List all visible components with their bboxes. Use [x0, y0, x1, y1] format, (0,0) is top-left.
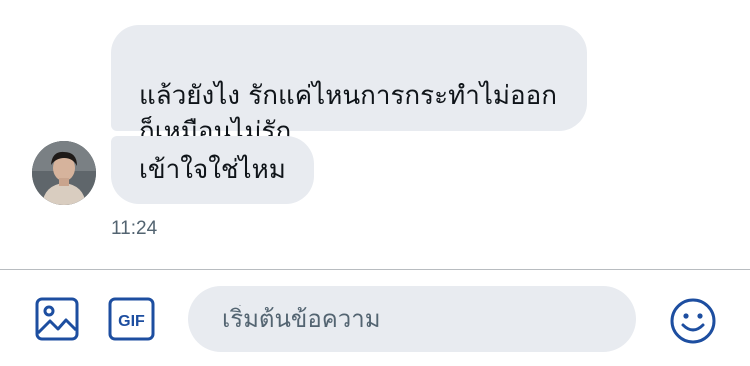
message-input[interactable]	[222, 305, 602, 333]
emoji-smile-icon	[670, 298, 716, 344]
emoji-button[interactable]	[668, 296, 718, 346]
gif-label: GIF	[118, 313, 145, 330]
gif-icon: GIF	[108, 297, 155, 341]
image-icon	[35, 297, 79, 341]
composer-divider	[0, 269, 750, 270]
message-composer[interactable]	[188, 286, 636, 352]
add-image-button[interactable]	[34, 296, 80, 342]
add-gif-button[interactable]: GIF	[108, 297, 155, 341]
message-bubble[interactable]: แล้วยังไง รักแค่ไหนการกระทำไม่ออก ก็เหมื…	[111, 25, 587, 147]
message-timestamp: 11:24	[111, 218, 158, 239]
avatar-photo	[32, 141, 96, 205]
message-bubble[interactable]: เข้าใจใช่ไหม	[111, 136, 314, 204]
sender-avatar[interactable]	[32, 141, 96, 205]
message-text: เข้าใจใช่ไหม	[139, 155, 286, 185]
dm-conversation-screen: แล้วยังไง รักแค่ไหนการกระทำไม่ออก ก็เหมื…	[0, 0, 750, 366]
